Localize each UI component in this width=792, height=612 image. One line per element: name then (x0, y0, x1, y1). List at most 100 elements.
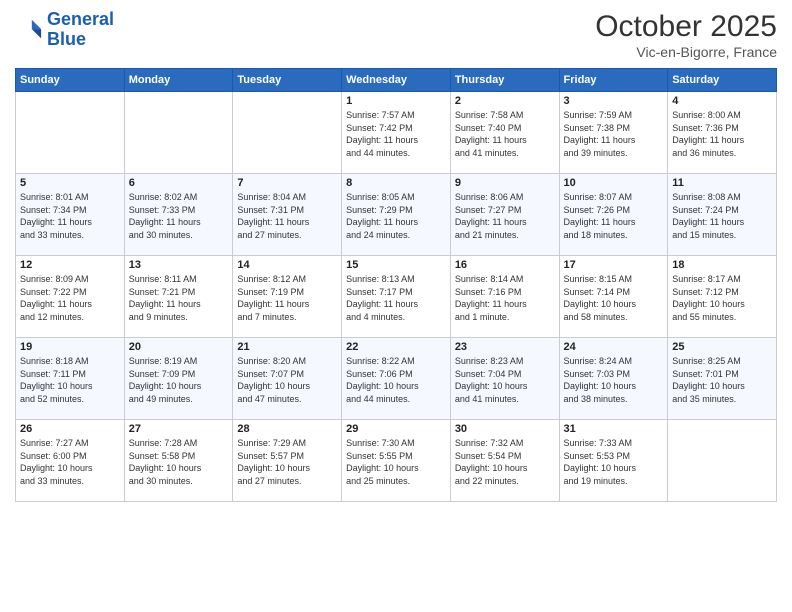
day-number: 5 (20, 177, 120, 189)
day-number: 9 (455, 177, 555, 189)
day-info: Sunrise: 8:01 AM Sunset: 7:34 PM Dayligh… (20, 191, 120, 241)
day-info: Sunrise: 7:27 AM Sunset: 6:00 PM Dayligh… (20, 437, 120, 487)
day-number: 26 (20, 423, 120, 435)
calendar-cell: 20 Sunrise: 8:19 AM Sunset: 7:09 PM Dayli… (124, 338, 233, 420)
day-number: 4 (672, 95, 772, 107)
day-number: 14 (237, 259, 337, 271)
calendar-cell: 26 Sunrise: 7:27 AM Sunset: 6:00 PM Dayli… (16, 420, 125, 502)
day-number: 17 (564, 259, 664, 271)
day-number: 20 (129, 341, 229, 353)
day-number: 7 (237, 177, 337, 189)
day-info: Sunrise: 8:24 AM Sunset: 7:03 PM Dayligh… (564, 355, 664, 405)
day-info: Sunrise: 8:14 AM Sunset: 7:16 PM Dayligh… (455, 273, 555, 323)
week-row-1: 5 Sunrise: 8:01 AM Sunset: 7:34 PM Daylig… (16, 174, 777, 256)
day-info: Sunrise: 8:04 AM Sunset: 7:31 PM Dayligh… (237, 191, 337, 241)
col-header-friday: Friday (559, 69, 668, 92)
calendar-header-row: SundayMondayTuesdayWednesdayThursdayFrid… (16, 69, 777, 92)
day-info: Sunrise: 7:57 AM Sunset: 7:42 PM Dayligh… (346, 109, 446, 159)
day-number: 31 (564, 423, 664, 435)
calendar-cell: 28 Sunrise: 7:29 AM Sunset: 5:57 PM Dayli… (233, 420, 342, 502)
calendar-cell: 12Sunrise: 8:09 AM Sunset: 7:22 PM Dayli… (16, 256, 125, 338)
calendar-cell: 23 Sunrise: 8:23 AM Sunset: 7:04 PM Dayli… (450, 338, 559, 420)
calendar-cell: 8Sunrise: 8:05 AM Sunset: 7:29 PM Daylig… (342, 174, 451, 256)
day-number: 22 (346, 341, 446, 353)
day-number: 16 (455, 259, 555, 271)
calendar-cell: 15 Sunrise: 8:13 AM Sunset: 7:17 PM Dayli… (342, 256, 451, 338)
day-info: Sunrise: 8:18 AM Sunset: 7:11 PM Dayligh… (20, 355, 120, 405)
calendar-cell: 9 Sunrise: 8:06 AM Sunset: 7:27 PM Daylig… (450, 174, 559, 256)
col-header-tuesday: Tuesday (233, 69, 342, 92)
day-info: Sunrise: 8:06 AM Sunset: 7:27 PM Dayligh… (455, 191, 555, 241)
day-info: Sunrise: 7:28 AM Sunset: 5:58 PM Dayligh… (129, 437, 229, 487)
week-row-3: 19 Sunrise: 8:18 AM Sunset: 7:11 PM Dayli… (16, 338, 777, 420)
calendar-cell: 27 Sunrise: 7:28 AM Sunset: 5:58 PM Dayli… (124, 420, 233, 502)
day-info: Sunrise: 8:11 AM Sunset: 7:21 PM Dayligh… (129, 273, 229, 323)
calendar-cell: 2 Sunrise: 7:58 AM Sunset: 7:40 PM Daylig… (450, 92, 559, 174)
day-info: Sunrise: 8:19 AM Sunset: 7:09 PM Dayligh… (129, 355, 229, 405)
day-info: Sunrise: 7:32 AM Sunset: 5:54 PM Dayligh… (455, 437, 555, 487)
location: Vic-en-Bigorre, France (595, 44, 777, 60)
calendar-cell: 4 Sunrise: 8:00 AM Sunset: 7:36 PM Daylig… (668, 92, 777, 174)
calendar-cell: 24 Sunrise: 8:24 AM Sunset: 7:03 PM Dayli… (559, 338, 668, 420)
day-number: 10 (564, 177, 664, 189)
day-number: 11 (672, 177, 772, 189)
day-number: 19 (20, 341, 120, 353)
day-number: 3 (564, 95, 664, 107)
header: General Blue October 2025 Vic-en-Bigorre… (15, 10, 777, 60)
day-number: 1 (346, 95, 446, 107)
col-header-sunday: Sunday (16, 69, 125, 92)
day-info: Sunrise: 8:07 AM Sunset: 7:26 PM Dayligh… (564, 191, 664, 241)
day-number: 12 (20, 259, 120, 271)
day-number: 8 (346, 177, 446, 189)
day-info: Sunrise: 8:23 AM Sunset: 7:04 PM Dayligh… (455, 355, 555, 405)
calendar-cell: 17Sunrise: 8:15 AM Sunset: 7:14 PM Dayli… (559, 256, 668, 338)
day-info: Sunrise: 8:12 AM Sunset: 7:19 PM Dayligh… (237, 273, 337, 323)
col-header-monday: Monday (124, 69, 233, 92)
day-number: 18 (672, 259, 772, 271)
day-info: Sunrise: 7:59 AM Sunset: 7:38 PM Dayligh… (564, 109, 664, 159)
calendar-cell (233, 92, 342, 174)
calendar-cell: 18 Sunrise: 8:17 AM Sunset: 7:12 PM Dayli… (668, 256, 777, 338)
calendar-cell: 19 Sunrise: 8:18 AM Sunset: 7:11 PM Dayli… (16, 338, 125, 420)
day-info: Sunrise: 8:17 AM Sunset: 7:12 PM Dayligh… (672, 273, 772, 323)
calendar-cell: 1 Sunrise: 7:57 AM Sunset: 7:42 PM Daylig… (342, 92, 451, 174)
day-info: Sunrise: 7:30 AM Sunset: 5:55 PM Dayligh… (346, 437, 446, 487)
day-number: 27 (129, 423, 229, 435)
day-info: Sunrise: 7:29 AM Sunset: 5:57 PM Dayligh… (237, 437, 337, 487)
day-number: 6 (129, 177, 229, 189)
calendar-cell: 11 Sunrise: 8:08 AM Sunset: 7:24 PM Dayli… (668, 174, 777, 256)
day-info: Sunrise: 7:58 AM Sunset: 7:40 PM Dayligh… (455, 109, 555, 159)
month-title: October 2025 (595, 10, 777, 44)
calendar-cell: 3 Sunrise: 7:59 AM Sunset: 7:38 PM Daylig… (559, 92, 668, 174)
calendar-cell: 25Sunrise: 8:25 AM Sunset: 7:01 PM Dayli… (668, 338, 777, 420)
day-number: 29 (346, 423, 446, 435)
day-info: Sunrise: 8:13 AM Sunset: 7:17 PM Dayligh… (346, 273, 446, 323)
logo-blue: Blue (47, 29, 86, 49)
day-number: 25 (672, 341, 772, 353)
logo-general: General (47, 9, 114, 29)
day-number: 2 (455, 95, 555, 107)
day-info: Sunrise: 8:22 AM Sunset: 7:06 PM Dayligh… (346, 355, 446, 405)
week-row-4: 26 Sunrise: 7:27 AM Sunset: 6:00 PM Dayli… (16, 420, 777, 502)
col-header-saturday: Saturday (668, 69, 777, 92)
day-info: Sunrise: 7:33 AM Sunset: 5:53 PM Dayligh… (564, 437, 664, 487)
day-number: 30 (455, 423, 555, 435)
day-info: Sunrise: 8:08 AM Sunset: 7:24 PM Dayligh… (672, 191, 772, 241)
day-number: 15 (346, 259, 446, 271)
logo-text: General Blue (47, 10, 114, 50)
calendar-cell: 22 Sunrise: 8:22 AM Sunset: 7:06 PM Dayli… (342, 338, 451, 420)
calendar-cell: 31 Sunrise: 7:33 AM Sunset: 5:53 PM Dayli… (559, 420, 668, 502)
calendar-cell: 16 Sunrise: 8:14 AM Sunset: 7:16 PM Dayli… (450, 256, 559, 338)
calendar-cell: 30 Sunrise: 7:32 AM Sunset: 5:54 PM Dayli… (450, 420, 559, 502)
week-row-2: 12Sunrise: 8:09 AM Sunset: 7:22 PM Dayli… (16, 256, 777, 338)
day-number: 28 (237, 423, 337, 435)
day-number: 23 (455, 341, 555, 353)
calendar-cell: 13Sunrise: 8:11 AM Sunset: 7:21 PM Dayli… (124, 256, 233, 338)
calendar-cell: 7 Sunrise: 8:04 AM Sunset: 7:31 PM Daylig… (233, 174, 342, 256)
calendar-cell: 29 Sunrise: 7:30 AM Sunset: 5:55 PM Dayli… (342, 420, 451, 502)
calendar: SundayMondayTuesdayWednesdayThursdayFrid… (15, 68, 777, 502)
title-block: October 2025 Vic-en-Bigorre, France (595, 10, 777, 60)
day-info: Sunrise: 8:00 AM Sunset: 7:36 PM Dayligh… (672, 109, 772, 159)
page: General Blue October 2025 Vic-en-Bigorre… (0, 0, 792, 612)
day-number: 24 (564, 341, 664, 353)
